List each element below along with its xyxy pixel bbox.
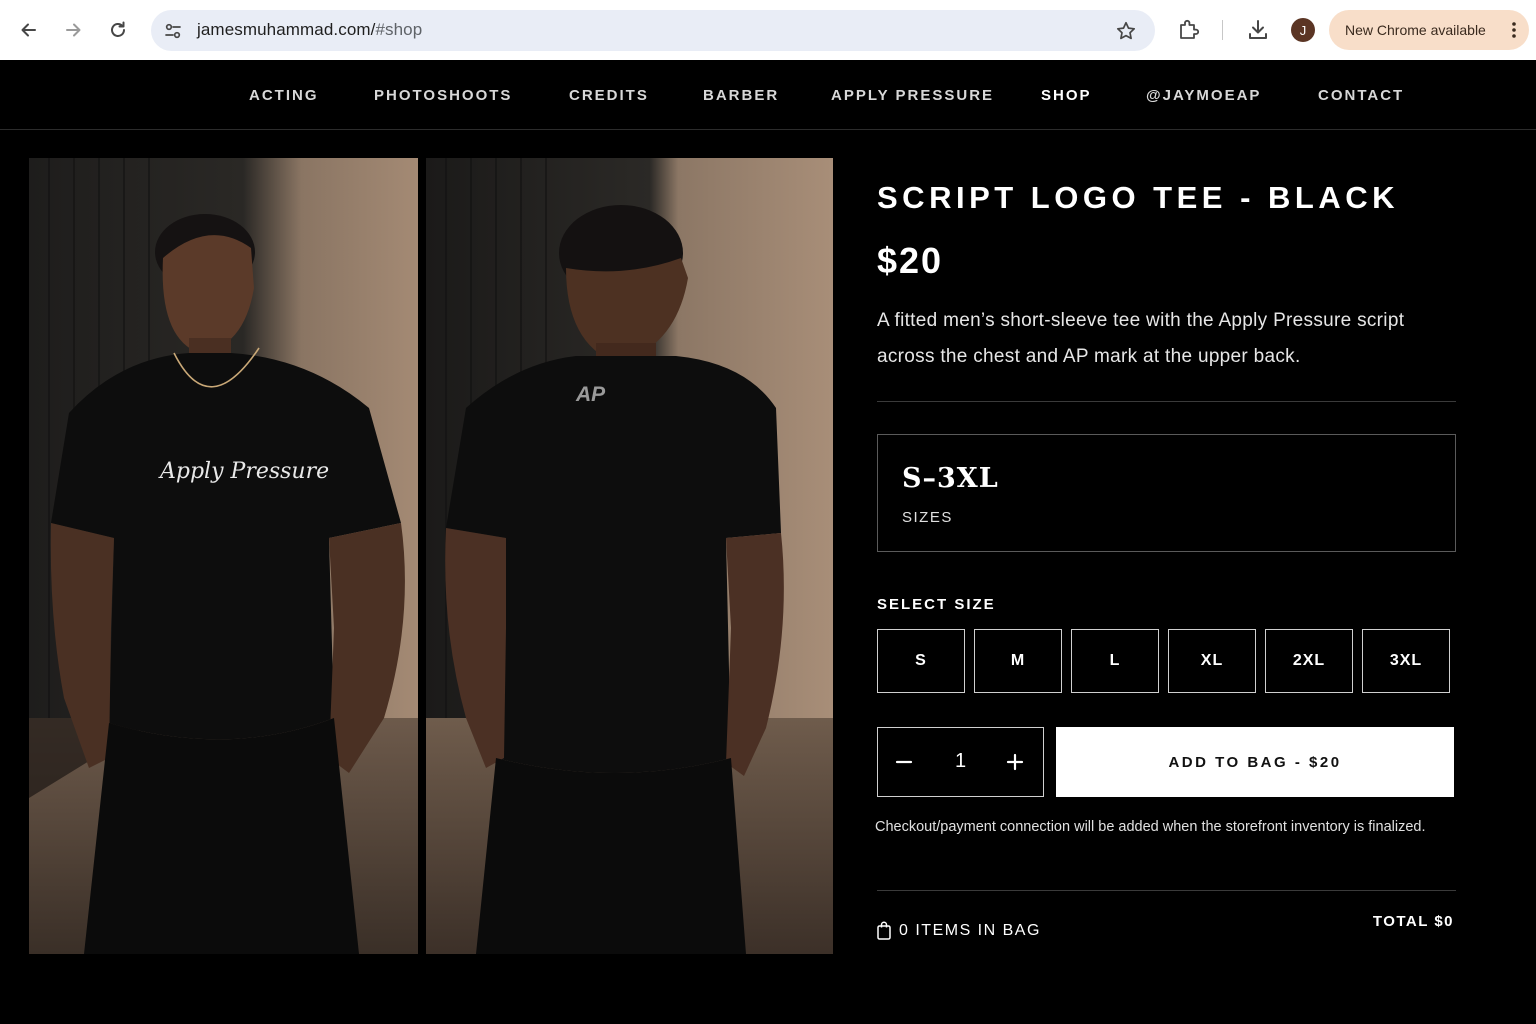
size-range-caption: SIZES [902, 509, 953, 526]
product-photo-front[interactable]: Apply Pressure [29, 158, 418, 954]
divider [877, 890, 1456, 891]
nav-photoshoots[interactable]: PHOTOSHOOTS [374, 87, 512, 104]
plus-icon [1006, 753, 1024, 771]
url-path: #shop [375, 20, 423, 39]
divider [877, 401, 1456, 402]
product-title: SCRIPT LOGO TEE - BLACK [877, 180, 1399, 215]
size-button-l[interactable]: L [1071, 629, 1159, 693]
quantity-stepper: 1 [877, 727, 1044, 797]
site-nav: ACTING PHOTOSHOOTS CREDITS BARBER APPLY … [0, 60, 1536, 130]
more-vert-icon[interactable] [1511, 21, 1517, 39]
size-button-xl[interactable]: XL [1168, 629, 1256, 693]
reload-icon[interactable] [104, 16, 132, 44]
address-bar[interactable]: jamesmuhammad.com/#shop [151, 10, 1155, 51]
nav-apply-pressure[interactable]: APPLY PRESSURE [831, 87, 994, 104]
url-text: jamesmuhammad.com/#shop [197, 20, 422, 40]
nav-credits[interactable]: CREDITS [569, 87, 649, 104]
bookmark-star-icon[interactable] [1115, 20, 1137, 42]
shopping-bag-icon [877, 921, 891, 940]
checkout-note: Checkout/payment connection will be adde… [875, 819, 1426, 835]
bag-summary[interactable]: 0 ITEMS IN BAG [877, 921, 1041, 940]
product-photo-back[interactable]: AP [426, 158, 833, 954]
nav-instagram[interactable]: @JAYMOEAP [1146, 87, 1261, 104]
back-icon[interactable] [15, 16, 43, 44]
extensions-icon[interactable] [1176, 17, 1202, 43]
product-description: A fitted men’s short-sleeve tee with the… [877, 310, 1405, 367]
size-button-s[interactable]: S [877, 629, 965, 693]
forward-icon[interactable] [59, 16, 87, 44]
size-range-card: S–3XL SIZES [877, 434, 1456, 552]
chrome-update-button[interactable]: New Chrome available [1329, 10, 1529, 50]
browser-toolbar: jamesmuhammad.com/#shop J New Chrome ava… [0, 0, 1536, 60]
front-shirt-print: Apply Pressure [158, 459, 329, 484]
url-host: jamesmuhammad.com/ [197, 20, 376, 39]
select-size-label: SELECT SIZE [877, 596, 996, 613]
size-range: S–3XL [902, 463, 999, 494]
profile-avatar[interactable]: J [1291, 18, 1315, 42]
nav-barber[interactable]: BARBER [703, 87, 779, 104]
chrome-update-label: New Chrome available [1345, 22, 1486, 38]
size-button-3xl[interactable]: 3XL [1362, 629, 1450, 693]
size-button-m[interactable]: M [974, 629, 1062, 693]
size-button-2xl[interactable]: 2XL [1265, 629, 1353, 693]
nav-acting[interactable]: ACTING [249, 87, 319, 104]
product-price: $20 [877, 240, 944, 281]
increase-quantity-button[interactable] [1001, 748, 1029, 776]
add-to-bag-button[interactable]: ADD TO BAG - $20 [1056, 727, 1454, 797]
site-settings-icon[interactable] [163, 21, 183, 41]
nav-contact[interactable]: CONTACT [1318, 87, 1404, 104]
back-shirt-print: AP [575, 383, 606, 406]
toolbar-separator [1222, 20, 1223, 40]
download-icon[interactable] [1245, 17, 1271, 43]
bag-count: 0 ITEMS IN BAG [899, 921, 1041, 939]
nav-shop[interactable]: SHOP [1041, 87, 1092, 104]
bag-total: TOTAL $0 [1372, 913, 1454, 930]
